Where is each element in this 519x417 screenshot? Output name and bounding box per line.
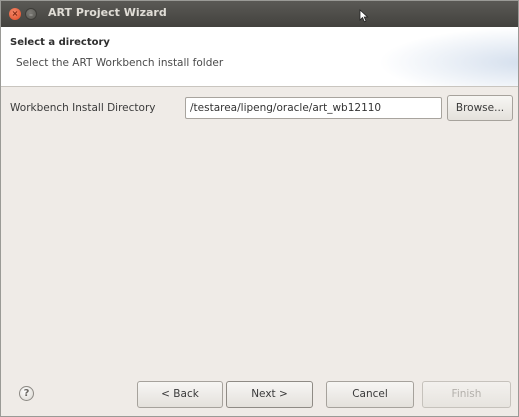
minimize-icon[interactable]: – (25, 8, 37, 20)
next-button[interactable]: Next > (226, 381, 313, 408)
window-title: ART Project Wizard (48, 6, 167, 19)
header-banner-graphic (378, 27, 518, 86)
title-bar[interactable]: × – ART Project Wizard (1, 1, 518, 27)
directory-label: Workbench Install Directory (10, 102, 156, 114)
close-icon[interactable]: × (9, 8, 21, 20)
wizard-header: Select a directory Select the ART Workbe… (1, 27, 518, 87)
finish-button: Finish (422, 381, 511, 408)
wizard-window: × – ART Project Wizard Select a director… (0, 0, 519, 417)
browse-button[interactable]: Browse... (447, 95, 513, 121)
help-icon[interactable]: ? (19, 386, 34, 401)
page-description: Select the ART Workbench install folder (16, 57, 224, 69)
back-button[interactable]: < Back (137, 381, 223, 408)
mouse-cursor-icon (359, 9, 369, 23)
cancel-button[interactable]: Cancel (326, 381, 414, 408)
page-title: Select a directory (10, 37, 110, 48)
directory-input[interactable] (185, 97, 442, 119)
